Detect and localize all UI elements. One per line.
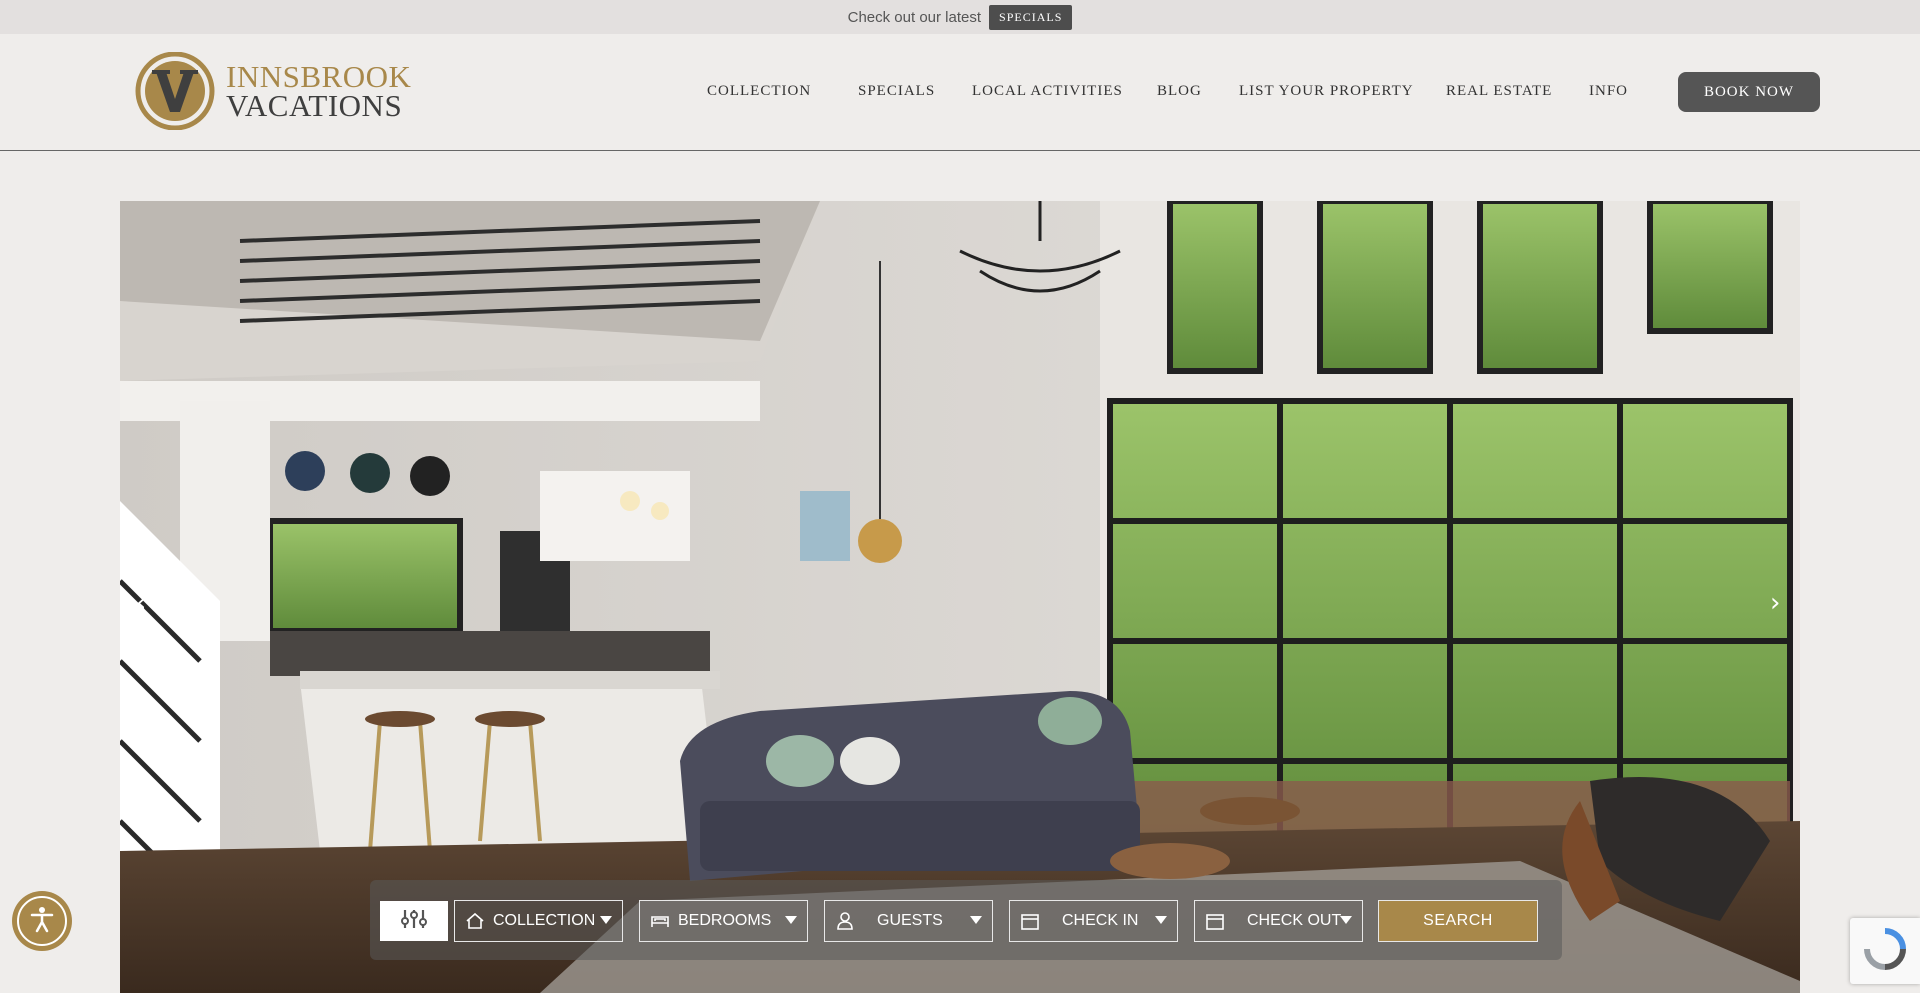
home-icon (465, 911, 485, 931)
nav-collection[interactable]: COLLECTION (707, 83, 811, 100)
hero-next-arrow[interactable]: › (1770, 588, 1780, 618)
nav-info[interactable]: INFO (1589, 83, 1628, 100)
recaptcha-icon (1863, 927, 1907, 976)
guests-select[interactable]: GUESTS (824, 900, 993, 942)
nav-blog[interactable]: BLOG (1157, 83, 1202, 100)
collection-select[interactable]: COLLECTION (454, 900, 623, 942)
bedrooms-select-label: BEDROOMS (678, 912, 772, 929)
chevron-down-icon (970, 916, 982, 924)
sliders-icon (401, 908, 427, 935)
calendar-icon (1020, 911, 1040, 931)
chevron-down-icon (785, 916, 797, 924)
calendar-icon (1205, 911, 1225, 931)
accessibility-button[interactable] (12, 891, 72, 951)
logo-text-vacations: VACATIONS (226, 88, 403, 123)
site-header: INNSBROOK VACATIONS COLLECTION SPECIALS … (0, 34, 1920, 151)
bedrooms-select[interactable]: BEDROOMS (639, 900, 808, 942)
check-out-label: CHECK OUT (1247, 912, 1342, 929)
check-in-label: CHECK IN (1062, 912, 1139, 929)
accessibility-icon (27, 904, 57, 939)
bed-icon (650, 911, 670, 931)
chevron-down-icon (600, 916, 612, 924)
filters-button[interactable] (380, 901, 448, 941)
guests-select-label: GUESTS (877, 912, 943, 929)
chevron-down-icon (1340, 916, 1352, 924)
nav-specials[interactable]: SPECIALS (858, 83, 935, 100)
person-icon (835, 911, 855, 931)
nav-real-estate[interactable]: REAL ESTATE (1446, 83, 1552, 100)
collection-select-label: COLLECTION (493, 912, 596, 929)
hero-image (120, 201, 1800, 993)
chevron-down-icon (1155, 916, 1167, 924)
book-now-button[interactable]: BOOK NOW (1678, 72, 1820, 112)
check-in-date[interactable]: CHECK IN (1009, 900, 1178, 942)
hero-slider (120, 201, 1800, 993)
nav-local-activities[interactable]: LOCAL ACTIVITIES (972, 83, 1123, 100)
hero-prev-arrow[interactable]: ‹ (136, 588, 146, 618)
promo-text: Check out our latest (847, 8, 982, 26)
recaptcha-badge[interactable] (1850, 918, 1920, 984)
site-logo[interactable]: INNSBROOK VACATIONS (134, 51, 412, 131)
specials-promo-button[interactable]: SPECIALS (989, 4, 1073, 30)
search-button[interactable]: SEARCH (1378, 900, 1538, 942)
nav-list-your-property[interactable]: LIST YOUR PROPERTY (1239, 83, 1414, 100)
logo-v-mark (134, 51, 216, 131)
check-out-date[interactable]: CHECK OUT (1194, 900, 1363, 942)
logo-text-innsbrook: INNSBROOK (226, 58, 412, 94)
promo-bar: Check out our latest SPECIALS (0, 0, 1920, 34)
